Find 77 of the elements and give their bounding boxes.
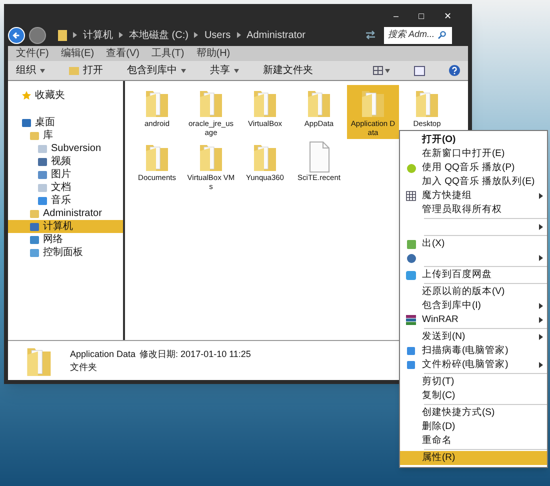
globe-icon xyxy=(406,254,416,262)
sidebar-item[interactable]: 图片 xyxy=(8,168,123,181)
context-menu-item[interactable]: 使用 QQ音乐 播放(P) xyxy=(400,161,547,175)
chevron-icon xyxy=(194,32,198,38)
context-menu-item[interactable]: 删除(D) xyxy=(400,420,547,434)
sidebar-item[interactable]: 计算机 xyxy=(8,220,123,233)
context-menu-item[interactable]: WinRAR xyxy=(400,313,547,327)
context-menu-item[interactable]: 重命名 xyxy=(400,434,547,448)
context-menu-item[interactable]: 创建快捷方式(S) xyxy=(400,406,547,420)
star-icon xyxy=(22,91,31,100)
preview-pane-icon[interactable] xyxy=(414,66,425,76)
toolbar-button[interactable]: 组织 xyxy=(16,63,45,78)
context-menu-item[interactable]: 管理员取得所有权 xyxy=(400,203,547,217)
sidebar-item[interactable]: 桌面 xyxy=(8,116,123,129)
context-menu-item[interactable]: 发送到(N) xyxy=(400,330,547,344)
submenu-arrow-icon xyxy=(539,303,543,309)
search-icon xyxy=(438,31,446,39)
forward-button[interactable] xyxy=(29,26,46,44)
toolbar-button[interactable]: 打开 xyxy=(69,63,103,78)
chevron-icon xyxy=(236,32,241,38)
context-menu-item[interactable]: 打开(O) xyxy=(400,133,547,147)
sidebar-item[interactable]: 库 xyxy=(8,129,123,142)
close-button[interactable]: ✕ xyxy=(440,8,456,24)
context-menu-item[interactable]: 上传到百度网盘 xyxy=(400,268,547,282)
context-menu-item[interactable]: 还原以前的版本(V) xyxy=(400,285,547,299)
context-menu-item[interactable]: 属性(R) xyxy=(400,451,547,465)
minimize-button[interactable]: ‒ xyxy=(390,8,403,24)
caret-icon xyxy=(385,68,390,72)
view-options-button[interactable] xyxy=(373,66,390,75)
sidebar-item[interactable]: 视频 xyxy=(8,155,123,168)
submenu-arrow-icon xyxy=(539,255,543,261)
back-button[interactable] xyxy=(8,26,25,44)
submenu-arrow-icon xyxy=(539,317,543,323)
breadcrumb[interactable]: Administrator xyxy=(246,28,306,42)
modified-date: 修改日期: 2017-01-10 11:25 xyxy=(140,348,251,360)
search-field[interactable]: 搜索 Adm... xyxy=(384,26,452,44)
context-menu-item[interactable]: 包含到库中(I) xyxy=(400,299,547,313)
submenu-arrow-icon xyxy=(539,224,543,230)
sidebar-item[interactable]: Subversion xyxy=(8,142,123,155)
sidebar-item[interactable]: 文档 xyxy=(8,181,123,194)
help-icon[interactable] xyxy=(449,65,460,76)
chevron-icon xyxy=(73,32,77,38)
books-icon xyxy=(406,315,416,325)
back-arrow-icon xyxy=(12,30,21,40)
file-type: 文件夹 xyxy=(70,360,98,374)
toolbar-button[interactable]: 新建文件夹 xyxy=(263,63,313,78)
breadcrumb[interactable]: 计算机 xyxy=(83,28,113,42)
menu-item[interactable]: 编辑(E) xyxy=(60,47,94,60)
sidebar-item[interactable]: 音乐 xyxy=(8,194,123,207)
menu-item[interactable]: 查看(V) xyxy=(106,47,140,60)
submenu-arrow-icon xyxy=(539,193,543,199)
context-menu-item[interactable]: 扫描病毒(电脑管家) xyxy=(400,344,547,358)
breadcrumb[interactable]: 本地磁盘 (C:) xyxy=(129,28,188,42)
toolbar-button[interactable]: 包含到库中 xyxy=(127,63,186,78)
menu-item[interactable]: 帮助(H) xyxy=(196,47,230,60)
submenu-arrow-icon xyxy=(539,362,543,368)
context-menu-item[interactable]: 复制(C) xyxy=(400,389,547,403)
file-name: Application Data xyxy=(70,348,136,360)
submenu-arrow-icon xyxy=(539,334,543,340)
context-menu-item[interactable]: 剪切(T) xyxy=(400,375,547,389)
refresh-icon[interactable] xyxy=(365,30,376,40)
maximize-button[interactable]: □ xyxy=(414,8,428,24)
chevron-icon xyxy=(119,32,123,38)
sidebar-item[interactable]: Administrator xyxy=(8,207,123,220)
breadcrumb[interactable]: Users xyxy=(204,28,231,42)
sidebar-item[interactable]: 控制面板 xyxy=(8,246,123,259)
context-menu-item[interactable]: 在新窗口中打开(E) xyxy=(400,147,547,161)
menu-item[interactable]: 文件(F) xyxy=(16,47,49,60)
context-menu-item[interactable]: 出(X) xyxy=(400,237,547,251)
context-menu-item[interactable]: 文件粉碎(电脑管家) xyxy=(400,358,547,372)
context-menu-item[interactable]: 魔方快捷组 xyxy=(400,189,547,203)
sidebar-item[interactable]: 网络 xyxy=(8,233,123,246)
context-menu-item[interactable]: 加入 QQ音乐 播放队列(E) xyxy=(400,175,547,189)
toolbar-button[interactable]: 共享 xyxy=(210,63,239,78)
sidebar-item[interactable]: 收藏夹 xyxy=(8,89,123,102)
grid-icon xyxy=(406,191,416,201)
menu-item[interactable]: 工具(T) xyxy=(151,47,184,60)
